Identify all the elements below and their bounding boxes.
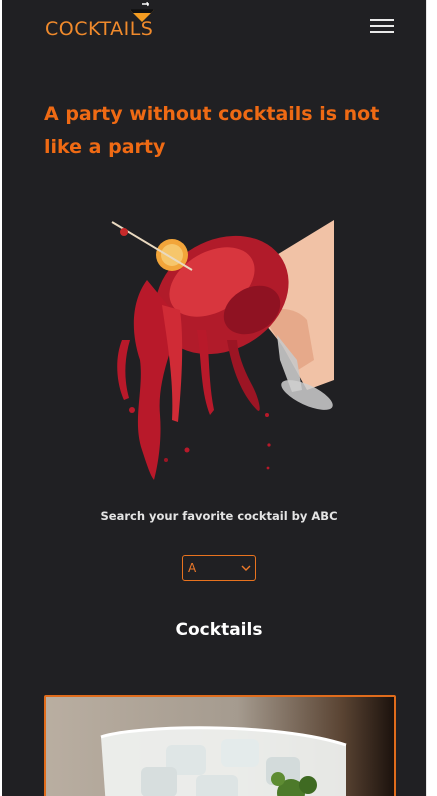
search-label: Search your favorite cocktail by ABC: [100, 509, 338, 523]
page-frame: COCKTAILS A party without cocktails is n…: [2, 0, 426, 796]
cocktail-splash-image: [111, 220, 334, 480]
cocktail-card[interactable]: [44, 695, 396, 796]
hamburger-menu-icon[interactable]: [370, 16, 396, 36]
hero-headline: A party without cocktails is not like a …: [44, 103, 380, 158]
letter-select-value: A: [188, 561, 197, 575]
logo[interactable]: COCKTAILS: [45, 2, 185, 42]
logo-text: COCKTAILS: [45, 18, 154, 40]
cocktail-glass-image: [46, 697, 394, 796]
cocktails-section-title: Cocktails: [175, 620, 263, 640]
chevron-down-icon: [241, 565, 251, 571]
letter-select[interactable]: A: [182, 555, 256, 581]
scrollbar-track[interactable]: [426, 0, 437, 796]
